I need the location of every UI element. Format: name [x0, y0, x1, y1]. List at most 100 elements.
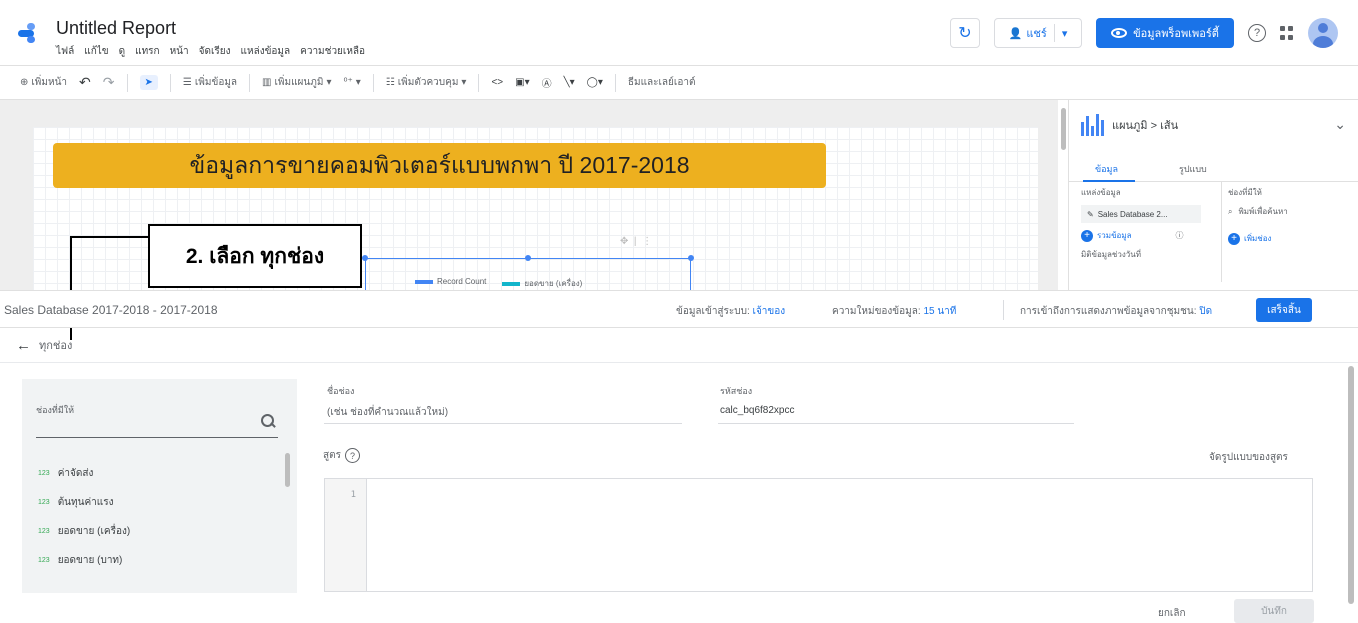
help-icon[interactable]: ?: [344, 448, 360, 463]
menu-file[interactable]: ไฟล์: [56, 44, 74, 59]
help-icon[interactable]: ⓘ: [1176, 230, 1184, 241]
add-chart-button[interactable]: ▥ เพิ่มแผนภูมิ ▾: [262, 75, 331, 90]
apps-grid-icon[interactable]: [1280, 26, 1294, 40]
add-chart-icon: ▥: [262, 77, 272, 88]
plus-icon: +: [1081, 229, 1093, 242]
help-icon[interactable]: ?: [1248, 24, 1266, 42]
report-title[interactable]: Untitled Report: [56, 18, 176, 39]
canvas-scrollbar[interactable]: [1061, 108, 1066, 150]
community-access-value: ปิด: [1199, 306, 1213, 317]
share-divider: [1053, 24, 1055, 42]
toolbar-divider: [372, 73, 374, 92]
tab-style[interactable]: รูปแบบ: [1179, 162, 1207, 176]
theme-layout-button[interactable]: ธีมและเลย์เอาต์: [628, 75, 696, 90]
menu-arrange[interactable]: จัดเรียง: [199, 44, 231, 59]
resize-handle[interactable]: [362, 255, 368, 261]
shape-icon[interactable]: ◯▾: [587, 77, 603, 88]
community-viz-button[interactable]: ⁰⁺ ▾: [343, 77, 360, 88]
blend-data-button[interactable]: + รวมข้อมูล ⓘ: [1081, 229, 1201, 242]
community-access-label: การเข้าถึงการแสดงภาพข้อมูลจากชุมชน:: [1020, 306, 1197, 317]
search-icon[interactable]: [260, 413, 276, 429]
chart-hover-tools[interactable]: ✥ | ⋮: [620, 236, 652, 247]
redo-icon[interactable]: ↷: [103, 74, 115, 91]
add-data-button[interactable]: ☰ เพิ่มข้อมูล: [183, 75, 237, 90]
chart-type-selector[interactable]: แผนภูมิ > เส้น: [1081, 114, 1178, 136]
refresh-button[interactable]: ↻: [950, 18, 980, 48]
data-studio-logo-icon[interactable]: [18, 22, 44, 44]
field-name: ค่าจัดส่ง: [57, 468, 94, 479]
share-dropdown-icon[interactable]: ▾: [1062, 27, 1068, 40]
tab-data[interactable]: ข้อมูล: [1082, 162, 1136, 182]
available-fields-panel: ช่องที่มีให้ 123 ค่าจัดส่ง 123 ต้นทุนค่าแร…: [22, 379, 297, 593]
numeric-type-icon: 123: [38, 499, 50, 506]
legend-item: ยอดขาย (เครื่อง): [502, 277, 582, 290]
annotation-text: 2. เลือก ทุกช่อง: [185, 244, 325, 268]
image-icon[interactable]: ▣▾: [515, 77, 529, 88]
formula-label: สูตร: [323, 450, 341, 461]
text-box-icon[interactable]: Ⓐ: [542, 75, 552, 90]
data-freshness[interactable]: ความใหม่ของข้อมูล: 15 นาที: [832, 304, 956, 319]
avatar[interactable]: [1308, 18, 1338, 48]
field-name-input[interactable]: (เช่น ช่องที่คำนวณแล้วใหม่): [327, 405, 448, 420]
format-formula-link[interactable]: จัดรูปแบบของสูตร: [1209, 450, 1288, 465]
back-arrow-icon[interactable]: ←: [16, 337, 31, 354]
list-item[interactable]: 123 ค่าจัดส่ง: [38, 459, 130, 488]
legend-item: Record Count: [415, 277, 486, 290]
field-id-input[interactable]: calc_bq6f82xpcc: [720, 405, 795, 416]
menu-edit[interactable]: แก้ไข: [84, 44, 108, 59]
add-page-button[interactable]: ⊕ เพิ่มหน้า: [20, 75, 67, 90]
menu-insert[interactable]: แทรก: [135, 44, 159, 59]
chevron-down-icon: ▾: [326, 77, 332, 88]
field-name: ยอดขาย (บาท): [57, 555, 123, 566]
chevron-down-icon: ▾: [355, 77, 361, 88]
list-item[interactable]: 123 ยอดขาย (เครื่อง): [38, 517, 130, 546]
breadcrumb[interactable]: ← ทุกช่อง: [16, 336, 72, 354]
line-icon[interactable]: ╲▾: [564, 77, 575, 88]
resize-handle[interactable]: [688, 255, 694, 261]
resize-handle[interactable]: [525, 255, 531, 261]
share-button[interactable]: 👤 แชร์ ▾: [994, 18, 1082, 48]
eye-icon: [1111, 28, 1128, 38]
field-name-underline: [324, 423, 682, 424]
save-button[interactable]: บันทึก: [1234, 599, 1314, 623]
numeric-type-icon: 123: [38, 470, 50, 477]
credentials[interactable]: ข้อมูลเข้าสู่ระบบ: เจ้าของ: [676, 304, 785, 319]
community-viz-access[interactable]: การเข้าถึงการแสดงภาพข้อมูลจากชุมชน: ปิด: [1020, 304, 1212, 319]
breadcrumb-label: ทุกช่อง: [39, 340, 73, 352]
freshness-label: ความใหม่ของข้อมูล:: [832, 306, 921, 317]
report-banner[interactable]: ข้อมูลการขายคอมพิวเตอร์แบบพกพา ปี 2017-2…: [53, 143, 826, 188]
chart-legend: Record Count ยอดขาย (เครื่อง): [415, 277, 582, 290]
refresh-icon: ↻: [958, 25, 972, 42]
add-control-button[interactable]: ☷ เพิ่มตัวควบคุม ▾: [386, 75, 467, 90]
list-item[interactable]: 123 ยอดขาย (บาท): [38, 546, 130, 575]
page-scrollbar[interactable]: [1348, 366, 1354, 604]
formula-editor[interactable]: 1: [324, 478, 1313, 592]
chevron-down-icon[interactable]: ⌄: [1334, 116, 1346, 133]
embed-url-icon[interactable]: <>: [491, 77, 503, 88]
view-button[interactable]: ข้อมูลพร็อพเพอร์ตี้: [1096, 18, 1234, 48]
menu-help[interactable]: ความช่วยเหลือ: [300, 44, 365, 59]
field-name: ยอดขาย (เครื่อง): [57, 526, 131, 537]
undo-icon[interactable]: ↶: [79, 74, 91, 91]
add-field-button[interactable]: + เพิ่มช่อง: [1228, 232, 1288, 245]
field-search[interactable]: ⌕ พิมพ์เพื่อค้นหา: [1228, 205, 1288, 218]
cancel-button[interactable]: ยกเลิก: [1158, 606, 1186, 621]
pencil-icon[interactable]: ✎: [1087, 210, 1094, 219]
menu-page[interactable]: หน้า: [170, 44, 189, 59]
done-button[interactable]: เสร็จสิ้น: [1256, 298, 1312, 322]
add-chart-label: เพิ่มแผนภูมิ: [274, 77, 324, 88]
list-item[interactable]: 123 ต้นทุนค่าแรง: [38, 488, 130, 517]
blend-data-label: รวมข้อมูล: [1097, 231, 1132, 240]
data-source-chip[interactable]: ✎ Sales Database 2...: [1081, 205, 1201, 223]
select-cursor-icon[interactable]: ➤: [139, 75, 158, 90]
line-number-gutter: 1: [325, 479, 367, 591]
toolbar-divider: [478, 73, 480, 92]
credentials-label: ข้อมูลเข้าสู่ระบบ:: [676, 306, 750, 317]
annotation-callout: 2. เลือก ทุกช่อง: [148, 224, 362, 288]
numeric-type-icon: 123: [38, 557, 50, 564]
menu-resource[interactable]: แหล่งข้อมูล: [241, 44, 291, 59]
menu-view[interactable]: ดู: [119, 44, 126, 59]
fields-scrollbar[interactable]: [285, 453, 290, 487]
data-source-name[interactable]: Sales Database 2017-2018 - 2017-2018: [4, 303, 218, 317]
menu-bar: ไฟล์ แก้ไข ดู แทรก หน้า จัดเรียง แหล่งข้…: [56, 44, 365, 59]
